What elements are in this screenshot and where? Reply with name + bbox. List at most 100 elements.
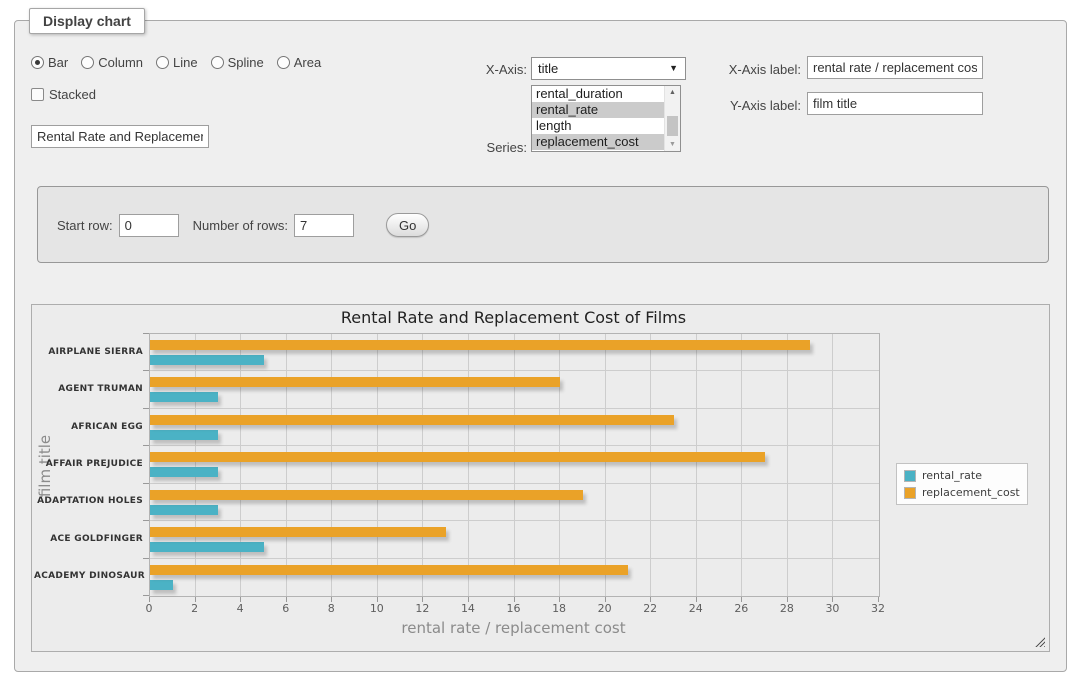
y-axis-label-label: Y-Axis label: <box>693 98 801 113</box>
chevron-down-icon: ▼ <box>669 58 678 79</box>
x-tick-label: 12 <box>407 602 437 615</box>
x-tick-label: 26 <box>726 602 756 615</box>
series-option-replacement_cost[interactable]: replacement_cost <box>532 134 680 150</box>
chart-type-option-column[interactable]: Column <box>81 55 143 70</box>
x-axis-label-label: X-Axis label: <box>693 62 801 77</box>
x-axis-label-input[interactable] <box>807 56 983 79</box>
gridline <box>150 408 879 409</box>
x-tick-label: 32 <box>863 602 893 615</box>
chart-type-label: Column <box>98 55 143 70</box>
bar-replacement_cost <box>150 377 560 387</box>
scrollbar-down-icon[interactable]: ▼ <box>665 138 680 151</box>
chart-type-options: Bar Column Line Spline Area <box>31 55 334 70</box>
x-tick-label: 8 <box>316 602 346 615</box>
chart-type-option-spline[interactable]: Spline <box>211 55 264 70</box>
bar-replacement_cost <box>150 565 628 575</box>
bar-replacement_cost <box>150 490 583 500</box>
chart-type-label: Bar <box>48 55 68 70</box>
series-option-rental_duration[interactable]: rental_duration <box>532 86 680 102</box>
series-scrollbar[interactable]: ▲ ▼ <box>664 86 680 151</box>
legend-entry-replacement_cost: replacement_cost <box>904 486 1020 499</box>
y-axis-label-input[interactable] <box>807 92 983 115</box>
scrollbar-thumb[interactable] <box>667 116 678 136</box>
category-label: AFRICAN EGG <box>34 422 143 432</box>
chart-legend: rental_rate replacement_cost <box>896 463 1028 505</box>
stacked-checkbox[interactable] <box>31 88 44 101</box>
num-rows-input[interactable] <box>294 214 354 237</box>
gridline <box>150 558 879 559</box>
x-axis-select[interactable]: title ▼ <box>531 57 686 80</box>
radio-icon[interactable] <box>211 56 224 69</box>
bar-rental_rate <box>150 392 218 402</box>
y-tick-mark <box>143 520 149 521</box>
bar-replacement_cost <box>150 340 810 350</box>
radio-icon[interactable] <box>156 56 169 69</box>
chart-type-option-bar[interactable]: Bar <box>31 55 68 70</box>
radio-icon[interactable] <box>277 56 290 69</box>
category-label: ADAPTATION HOLES <box>34 496 143 506</box>
y-tick-mark <box>143 483 149 484</box>
gridline <box>150 370 879 371</box>
x-tick-label: 30 <box>817 602 847 615</box>
x-tick-label: 28 <box>772 602 802 615</box>
chart-type-option-line[interactable]: Line <box>156 55 198 70</box>
category-label: AIRPLANE SIERRA <box>34 347 143 357</box>
resize-handle-icon[interactable] <box>1034 636 1045 647</box>
x-tick-label: 20 <box>590 602 620 615</box>
legend-swatch <box>904 470 916 482</box>
x-tick-label: 18 <box>544 602 574 615</box>
x-tick-label: 24 <box>681 602 711 615</box>
bar-rental_rate <box>150 505 218 515</box>
bar-replacement_cost <box>150 452 765 462</box>
y-tick-mark <box>143 558 149 559</box>
bar-rental_rate <box>150 467 218 477</box>
y-tick-mark <box>143 370 149 371</box>
bar-replacement_cost <box>150 527 446 537</box>
x-tick-label: 10 <box>362 602 392 615</box>
bar-rental_rate <box>150 580 173 590</box>
bar-rental_rate <box>150 430 218 440</box>
x-axis-title: rental rate / replacement cost <box>149 619 878 637</box>
rows-fieldset: Start row: Number of rows: Go <box>37 186 1049 263</box>
x-tick-label: 22 <box>635 602 665 615</box>
chart-area: Rental Rate and Replacement Cost of Film… <box>31 304 1050 652</box>
bar-rental_rate <box>150 355 264 365</box>
radio-icon[interactable] <box>31 56 44 69</box>
chart-type-label: Area <box>294 55 321 70</box>
series-option-length[interactable]: length <box>532 118 680 134</box>
stacked-option[interactable]: Stacked <box>31 87 96 102</box>
y-tick-mark <box>143 445 149 446</box>
series-multiselect[interactable]: rental_durationrental_ratelengthreplacem… <box>531 85 681 152</box>
start-row-input[interactable] <box>119 214 179 237</box>
y-tick-mark <box>143 595 149 596</box>
chart-type-option-area[interactable]: Area <box>277 55 321 70</box>
fieldset-legend: Display chart <box>29 8 145 34</box>
x-tick-label: 0 <box>134 602 164 615</box>
scrollbar-up-icon[interactable]: ▲ <box>665 86 680 99</box>
x-tick-label: 4 <box>225 602 255 615</box>
category-label: AGENT TRUMAN <box>34 384 143 394</box>
gridline <box>150 483 879 484</box>
radio-icon[interactable] <box>81 56 94 69</box>
legend-label: rental_rate <box>922 469 982 482</box>
series-option-rental_rate[interactable]: rental_rate <box>532 102 680 118</box>
bar-rental_rate <box>150 542 264 552</box>
x-tick-label: 16 <box>499 602 529 615</box>
category-label: AFFAIR PREJUDICE <box>34 459 143 469</box>
display-chart-fieldset: Display chart BarColumnLineSplineArea St… <box>14 20 1067 672</box>
start-row-label: Start row: <box>57 218 113 233</box>
gridline <box>150 520 879 521</box>
x-tick-label: 14 <box>453 602 483 615</box>
chart-title: Rental Rate and Replacement Cost of Film… <box>149 308 878 327</box>
series-select-label: Series: <box>421 140 527 155</box>
category-label: ACADEMY DINOSAUR <box>34 571 143 581</box>
chart-title-input[interactable] <box>31 125 209 148</box>
stacked-label: Stacked <box>49 87 96 102</box>
x-axis-select-label: X-Axis: <box>421 62 527 77</box>
go-button[interactable]: Go <box>386 213 429 237</box>
x-tick-label: 6 <box>271 602 301 615</box>
chart-type-label: Spline <box>228 55 264 70</box>
legend-swatch <box>904 487 916 499</box>
y-tick-mark <box>143 333 149 334</box>
x-tick-label: 2 <box>180 602 210 615</box>
